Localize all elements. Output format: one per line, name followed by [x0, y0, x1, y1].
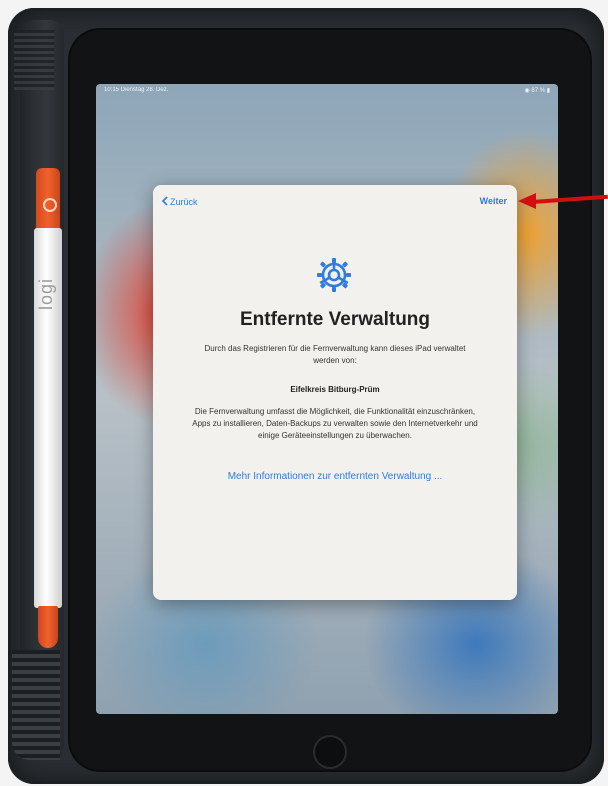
status-battery: ◉ 87 % ▮: [524, 88, 550, 94]
home-button[interactable]: [313, 735, 347, 769]
back-button-label: Zurück: [170, 197, 198, 207]
pencil-power-icon: [43, 198, 57, 212]
intro-text: Durch das Registrieren für die Fernverwa…: [204, 344, 466, 365]
remote-management-sheet: Zurück Weiter Entfernte Verwaltung Durch…: [153, 185, 517, 600]
status-time: 10:15 Dienstag 28. Dez.: [104, 87, 169, 93]
case-grip-top: [14, 30, 54, 90]
gear-icon: [314, 255, 354, 295]
more-info-link[interactable]: Mehr Informationen zur entfernten Verwal…: [153, 471, 517, 482]
description-text: Die Fernverwaltung umfasst die Möglichke…: [192, 407, 478, 440]
chevron-left-icon: [161, 196, 168, 208]
back-button[interactable]: Zurück: [161, 196, 198, 208]
ipad-screen: 10:15 Dienstag 28. Dez. ◉ 87 % ▮ Zurück …: [96, 84, 558, 714]
status-bar: 10:15 Dienstag 28. Dez. ◉ 87 % ▮: [96, 87, 558, 99]
organization-name: Eifelkreis Bitburg-Prüm: [290, 385, 380, 394]
case-grip-bottom: [12, 650, 60, 760]
annotation-arrow-icon: [518, 193, 536, 209]
page-title: Entfernte Verwaltung: [239, 309, 431, 330]
pencil-tip: [38, 606, 58, 648]
pencil-logo: logi: [36, 278, 56, 311]
next-button[interactable]: Weiter: [480, 196, 507, 206]
stylus-pencil: logi: [30, 168, 66, 658]
